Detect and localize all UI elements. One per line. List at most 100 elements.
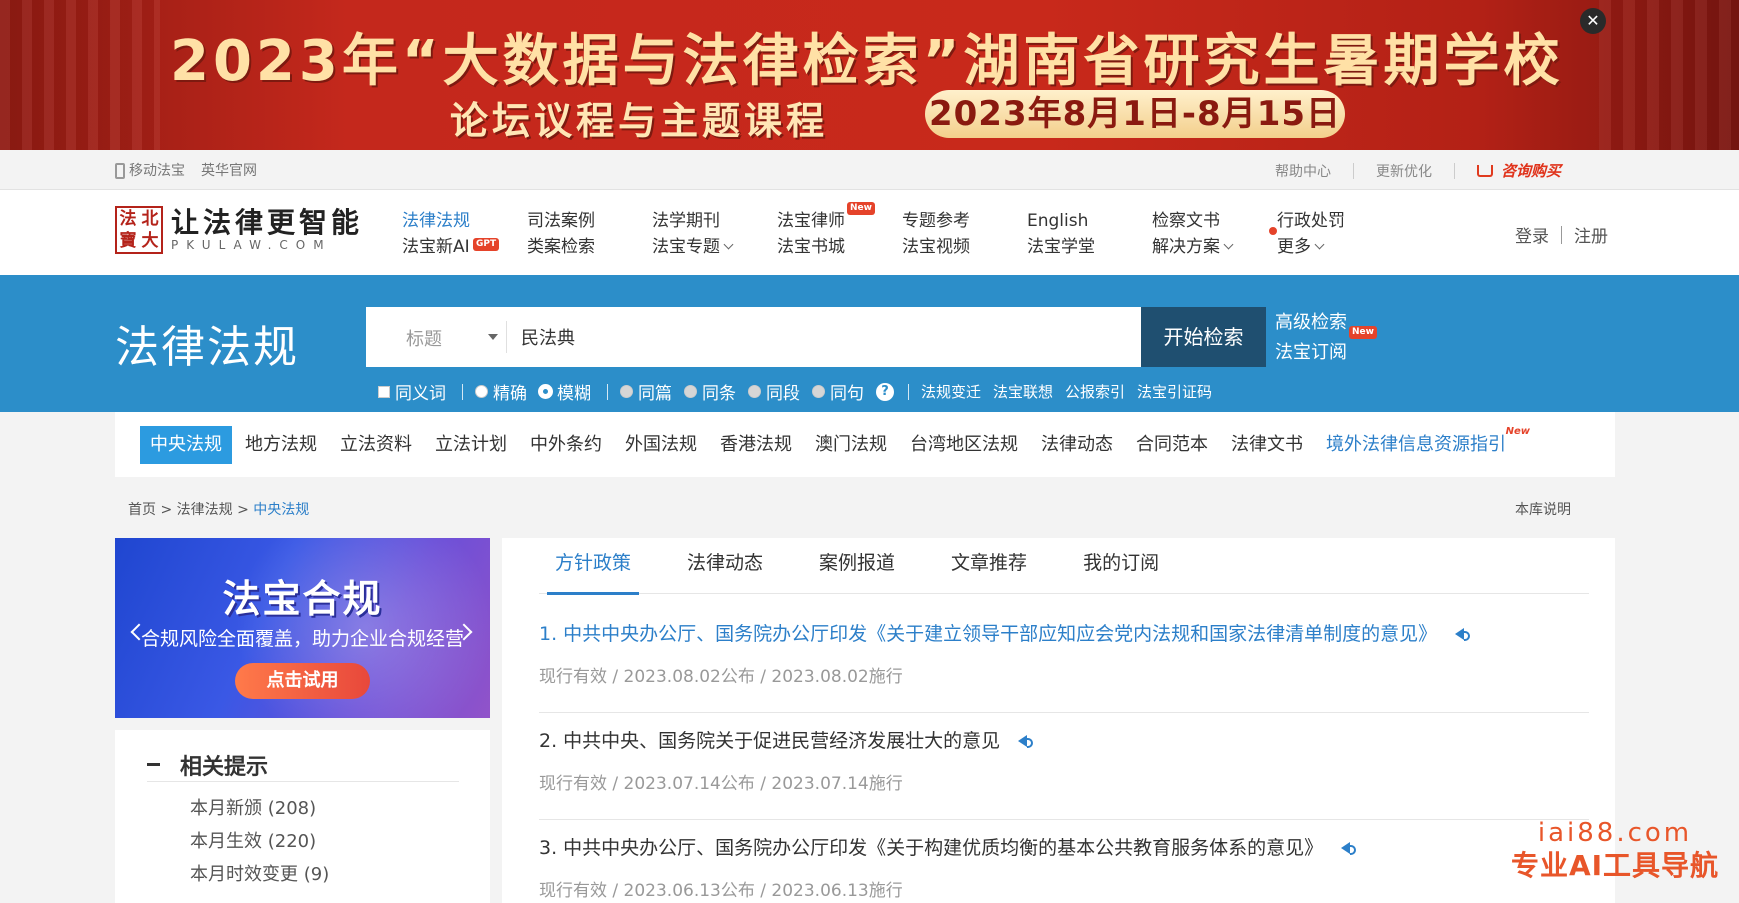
logo-domain: PKULAW.COM	[171, 238, 332, 252]
category-hongkong[interactable]: 香港法规	[710, 426, 802, 464]
banner-decoration-right	[1599, 0, 1739, 150]
tab-case-reports[interactable]: 案例报道	[803, 538, 911, 594]
category-macau[interactable]: 澳门法规	[805, 426, 897, 464]
nav-item-reference[interactable]: 专题参考	[902, 208, 1027, 234]
hint-validity-changes[interactable]: 本月时效变更 (9)	[190, 858, 329, 891]
nav-item-procuratorate[interactable]: 检察文书	[1152, 208, 1277, 234]
category-documents[interactable]: 法律文书	[1221, 426, 1313, 464]
link-law-changes[interactable]: 法规变迁	[921, 381, 981, 402]
fuzzy-radio[interactable]: 模糊	[539, 379, 591, 404]
advanced-search-link[interactable]: 高级检索	[1275, 308, 1347, 338]
item-title-link[interactable]: 2. 中共中央、国务院关于促进民营经济发展壮大的意见	[539, 726, 1000, 756]
category-local[interactable]: 地方法规	[235, 426, 327, 464]
site-logo[interactable]: 法 北 寶 大 让法律更智能 PKULAW.COM	[115, 206, 363, 254]
hints-title: 相关提示	[180, 754, 269, 780]
login-link[interactable]: 登录	[1515, 222, 1549, 247]
breadcrumb-law[interactable]: 法律法规	[177, 502, 233, 518]
cart-icon	[1477, 165, 1493, 177]
watermark-text: 专业AI工具导航	[1510, 849, 1720, 882]
watermark-url: iai88.com	[1537, 818, 1693, 848]
gpt-badge: GPT	[473, 238, 500, 251]
category-contracts[interactable]: 合同范本	[1126, 426, 1218, 464]
nav-item-more[interactable]: 更多	[1277, 234, 1402, 260]
speaker-icon[interactable]	[1018, 735, 1034, 748]
same-sentence-radio[interactable]: 同句	[812, 379, 864, 404]
nav-item-video[interactable]: 法宝视频	[902, 234, 1027, 260]
exact-radio[interactable]: 精确	[475, 379, 527, 404]
yinghua-link[interactable]: 英华官网	[201, 160, 257, 180]
nav-item-solutions[interactable]: 解决方案	[1152, 234, 1277, 260]
speaker-icon[interactable]	[1341, 842, 1357, 855]
divider	[908, 383, 909, 400]
notification-dot	[1269, 227, 1277, 235]
search-field-select[interactable]: 标题	[406, 325, 442, 351]
item-title-link[interactable]: 1. 中共中央办公厅、国务院办公厅印发《关于建立领导干部应知应会党内法规和国家法…	[539, 619, 1437, 649]
same-article-radio[interactable]: 同篇	[620, 379, 672, 404]
category-legislative-plan[interactable]: 立法计划	[425, 426, 517, 464]
caret-down-icon[interactable]	[488, 334, 498, 340]
new-badge: New	[847, 202, 875, 215]
category-legal-news[interactable]: 法律动态	[1031, 426, 1123, 464]
tab-policies[interactable]: 方针政策	[539, 538, 647, 595]
link-gazette-index[interactable]: 公报索引	[1065, 381, 1125, 402]
link-citation-code[interactable]: 法宝引证码	[1137, 381, 1212, 402]
nav-column-4: 法宝律师 法宝书城 New	[777, 202, 902, 260]
breadcrumb-home[interactable]: 首页	[128, 502, 156, 518]
nav-item-topics[interactable]: 法宝专题	[652, 234, 777, 260]
radio-icon	[620, 385, 633, 398]
radio-selected-icon	[539, 385, 552, 398]
search-input[interactable]	[521, 307, 1121, 367]
item-title-link[interactable]: 3. 中共中央办公厅、国务院办公厅印发《关于构建优质均衡的基本公共教育服务体系的…	[539, 833, 1323, 863]
nav-item-new-ai[interactable]: 法宝新AI	[402, 234, 527, 260]
nav-item-law[interactable]: 法律法规	[402, 208, 527, 234]
category-central[interactable]: 中央法规	[140, 425, 232, 464]
tab-articles[interactable]: 文章推荐	[935, 538, 1043, 594]
category-legislative-materials[interactable]: 立法资料	[330, 426, 422, 464]
breadcrumb: 首页 > 法律法规 > 中央法规	[128, 502, 310, 518]
update-link[interactable]: 更新优化	[1376, 161, 1432, 181]
promo-trial-button[interactable]: 点击试用	[235, 663, 370, 699]
nav-item-english[interactable]: English	[1027, 208, 1152, 234]
list-item: 3. 中共中央办公厅、国务院办公厅印发《关于构建优质均衡的基本公共教育服务体系的…	[539, 820, 1589, 903]
speaker-icon[interactable]	[1455, 628, 1471, 641]
banner-title: 2023年“大数据与法律检索”湖南省研究生暑期学校	[170, 29, 1564, 94]
tab-legal-news[interactable]: 法律动态	[671, 538, 779, 594]
hint-new-this-month[interactable]: 本月新颁 (208)	[190, 792, 329, 825]
library-note-link[interactable]: 本库说明	[1515, 499, 1571, 519]
category-treaties[interactable]: 中外条约	[520, 426, 612, 464]
mobile-link[interactable]: 移动法宝	[115, 160, 185, 180]
event-banner[interactable]: 2023年“大数据与法律检索”湖南省研究生暑期学校 论坛议程与主题课程 2023…	[0, 0, 1739, 150]
help-center-link[interactable]: 帮助中心	[1275, 161, 1331, 181]
search-button[interactable]: 开始检索	[1141, 307, 1266, 367]
nav-item-bookstore[interactable]: 法宝书城	[777, 234, 902, 260]
category-overseas-guide[interactable]: 境外法律信息资源指引 New	[1316, 426, 1530, 464]
buy-link[interactable]: 咨询购买	[1477, 160, 1561, 181]
register-link[interactable]: 注册	[1574, 222, 1608, 247]
nav-item-academy[interactable]: 法宝学堂	[1027, 234, 1152, 260]
synonym-checkbox[interactable]: 同义词	[378, 379, 446, 404]
compliance-promo[interactable]: 法宝合规 合规风险全面覆盖，助力企业合规经营 点击试用	[115, 538, 490, 718]
related-hints-panel: 相关提示 本月新颁 (208) 本月生效 (220) 本月时效变更 (9)	[115, 730, 490, 903]
help-icon[interactable]: ?	[876, 382, 894, 401]
hints-header[interactable]: 相关提示	[147, 748, 459, 782]
nav-item-cases[interactable]: 司法案例	[527, 208, 652, 234]
same-clause-radio[interactable]: 同条	[684, 379, 736, 404]
category-taiwan[interactable]: 台湾地区法规	[900, 426, 1028, 464]
link-associations[interactable]: 法宝联想	[993, 381, 1053, 402]
nav-item-journals[interactable]: 法学期刊	[652, 208, 777, 234]
subscribe-link[interactable]: 法宝订阅	[1275, 338, 1347, 368]
nav-item-penalties[interactable]: 行政处罚	[1277, 208, 1402, 234]
hint-effective-this-month[interactable]: 本月生效 (220)	[190, 825, 329, 858]
main-header: 法 北 寶 大 让法律更智能 PKULAW.COM 法律法规 法宝新AI GPT…	[0, 190, 1739, 275]
same-paragraph-radio[interactable]: 同段	[748, 379, 800, 404]
category-foreign[interactable]: 外国法规	[615, 426, 707, 464]
tab-subscriptions[interactable]: 我的订阅	[1067, 538, 1175, 594]
close-icon[interactable]: ✕	[1580, 8, 1606, 34]
nav-item-similar-cases[interactable]: 类案检索	[527, 234, 652, 260]
auth-links: 登录 注册	[1515, 222, 1608, 247]
nav-item-lawyers[interactable]: 法宝律师	[777, 208, 902, 234]
collapse-icon[interactable]	[147, 763, 160, 766]
new-badge: New	[1505, 425, 1530, 437]
promo-title: 法宝合规	[222, 577, 383, 621]
divider	[1561, 225, 1562, 244]
